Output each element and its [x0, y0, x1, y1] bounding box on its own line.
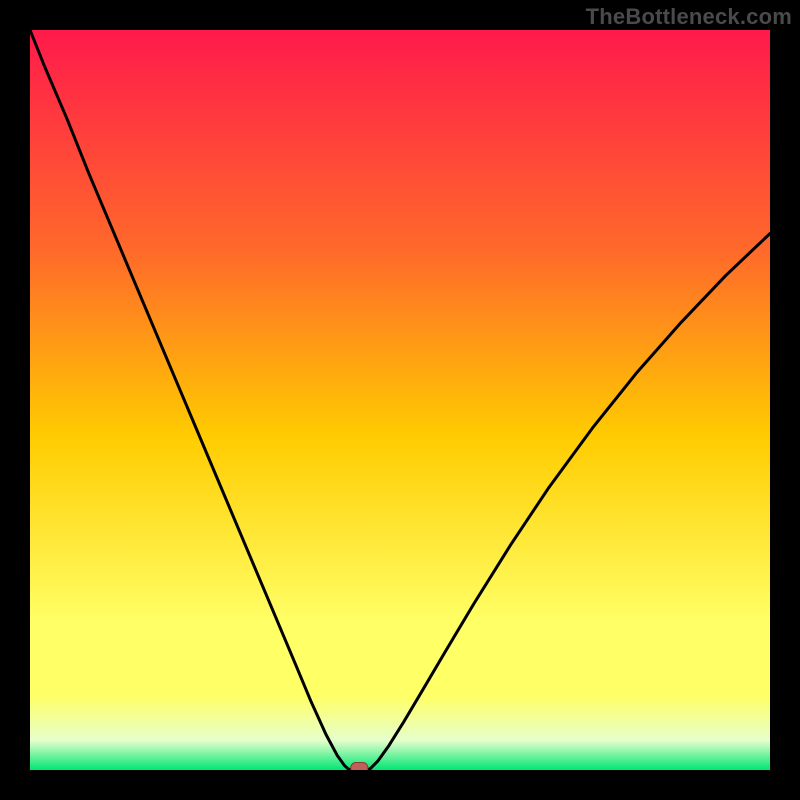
optimal-point-marker — [351, 763, 368, 770]
gradient-background — [30, 30, 770, 770]
chart-frame: TheBottleneck.com — [0, 0, 800, 800]
plot-area — [30, 30, 770, 770]
chart-svg — [30, 30, 770, 770]
watermark-text: TheBottleneck.com — [586, 4, 792, 30]
